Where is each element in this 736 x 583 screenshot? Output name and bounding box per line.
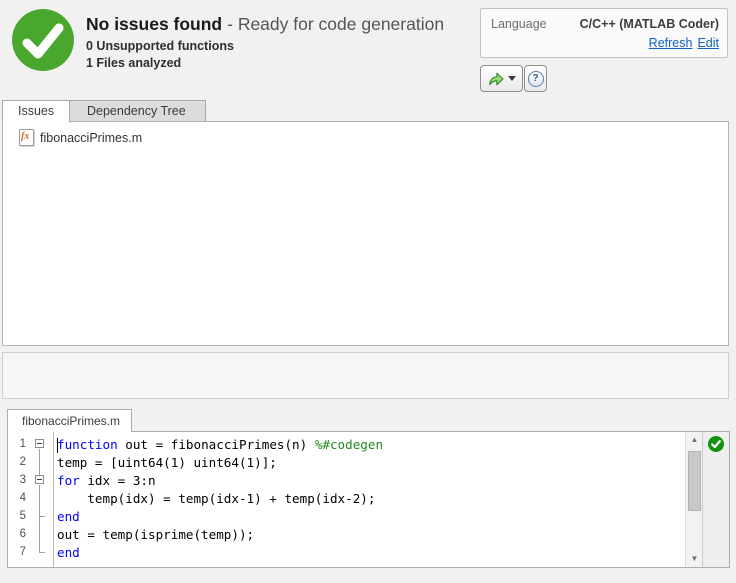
code-fold-guide — [26, 453, 53, 471]
issues-panel: fx fibonacciPrimes.m — [2, 121, 729, 346]
scroll-up-icon[interactable]: ▲ — [686, 433, 703, 447]
line-number: 3 — [19, 474, 26, 486]
help-icon: ? — [527, 70, 544, 87]
export-dropdown-caret-icon[interactable] — [508, 76, 516, 81]
code-lines[interactable]: 1 function out = fibonacciPrimes(n) %#cod… — [8, 432, 686, 567]
text-caret — [56, 437, 58, 453]
line-number: 7 — [19, 546, 26, 558]
code-line[interactable]: 7 end — [8, 543, 686, 561]
code-fold-guide — [26, 543, 53, 561]
tab-issues[interactable]: Issues — [2, 100, 71, 123]
line-number: 1 — [19, 438, 26, 450]
code-fold-guide — [26, 489, 53, 507]
code-line[interactable]: 6 out = temp(isprime(temp)); — [8, 525, 686, 543]
scrollbar-thumb[interactable] — [688, 451, 701, 511]
code-readiness-app: No issues found - Ready for code generati… — [0, 0, 736, 583]
message-indicator-bar — [702, 432, 729, 567]
export-report-arrow-icon — [489, 72, 504, 85]
files-analyzed-count: 1 Files analyzed — [86, 56, 182, 70]
gutter-divider — [53, 432, 54, 567]
scroll-down-icon[interactable]: ▼ — [686, 552, 703, 566]
language-label: Language — [491, 17, 547, 31]
code-text: end — [57, 544, 80, 560]
code-fold-guide — [26, 507, 53, 525]
code-fold-guide — [26, 525, 53, 543]
vertical-scrollbar[interactable]: ▲ ▼ — [685, 432, 703, 567]
details-panel — [2, 352, 729, 399]
code-analyzer-ok-icon[interactable] — [708, 436, 724, 452]
line-number: 2 — [19, 456, 26, 468]
code-text: end — [57, 508, 80, 524]
unsupported-functions-count: 0 Unsupported functions — [86, 39, 234, 53]
code-editor[interactable]: 1 function out = fibonacciPrimes(n) %#cod… — [7, 431, 730, 568]
help-button[interactable]: ? — [524, 65, 547, 92]
code-line[interactable]: 2 temp = [uint64(1) uint64(1)]; — [8, 453, 686, 471]
language-settings-box: Language C/C++ (MATLAB Coder) Refresh Edi… — [480, 8, 728, 58]
code-text: temp(idx) = temp(idx-1) + temp(idx-2); — [57, 490, 376, 506]
status-title: No issues found — [86, 14, 223, 34]
code-text: out = temp(isprime(temp)); — [57, 526, 255, 542]
code-fold-collapse-icon[interactable] — [26, 435, 53, 453]
status-heading: No issues found - Ready for code generati… — [86, 14, 444, 35]
code-line[interactable]: 5 end — [8, 507, 686, 525]
code-text: temp = [uint64(1) uint64(1)]; — [57, 454, 277, 470]
code-text: function out = fibonacciPrimes(n) %#code… — [56, 436, 384, 453]
code-line[interactable]: 3 for idx = 3:n — [8, 471, 686, 489]
edit-link[interactable]: Edit — [697, 36, 719, 50]
line-number: 6 — [19, 528, 26, 540]
matlab-function-file-icon: fx — [19, 129, 34, 146]
line-number: 4 — [19, 492, 26, 504]
settings-links: Refresh Edit — [644, 36, 719, 50]
code-line[interactable]: 1 function out = fibonacciPrimes(n) %#cod… — [8, 435, 686, 453]
file-name: fibonacciPrimes.m — [40, 130, 143, 145]
issues-file-item[interactable]: fx fibonacciPrimes.m — [19, 129, 142, 146]
refresh-link[interactable]: Refresh — [649, 36, 693, 50]
language-value: C/C++ (MATLAB Coder) — [579, 17, 719, 31]
tab-dependency-tree[interactable]: Dependency Tree — [67, 100, 206, 123]
code-line[interactable]: 4 temp(idx) = temp(idx-1) + temp(idx-2); — [8, 489, 686, 507]
success-check-icon — [12, 9, 74, 71]
code-fold-collapse-icon[interactable] — [26, 471, 53, 489]
line-number: 5 — [19, 510, 26, 522]
export-report-button[interactable] — [480, 65, 523, 92]
code-text: for idx = 3:n — [57, 472, 156, 488]
editor-file-tab[interactable]: fibonacciPrimes.m — [7, 409, 132, 432]
status-subtitle: - Ready for code generation — [227, 14, 445, 34]
